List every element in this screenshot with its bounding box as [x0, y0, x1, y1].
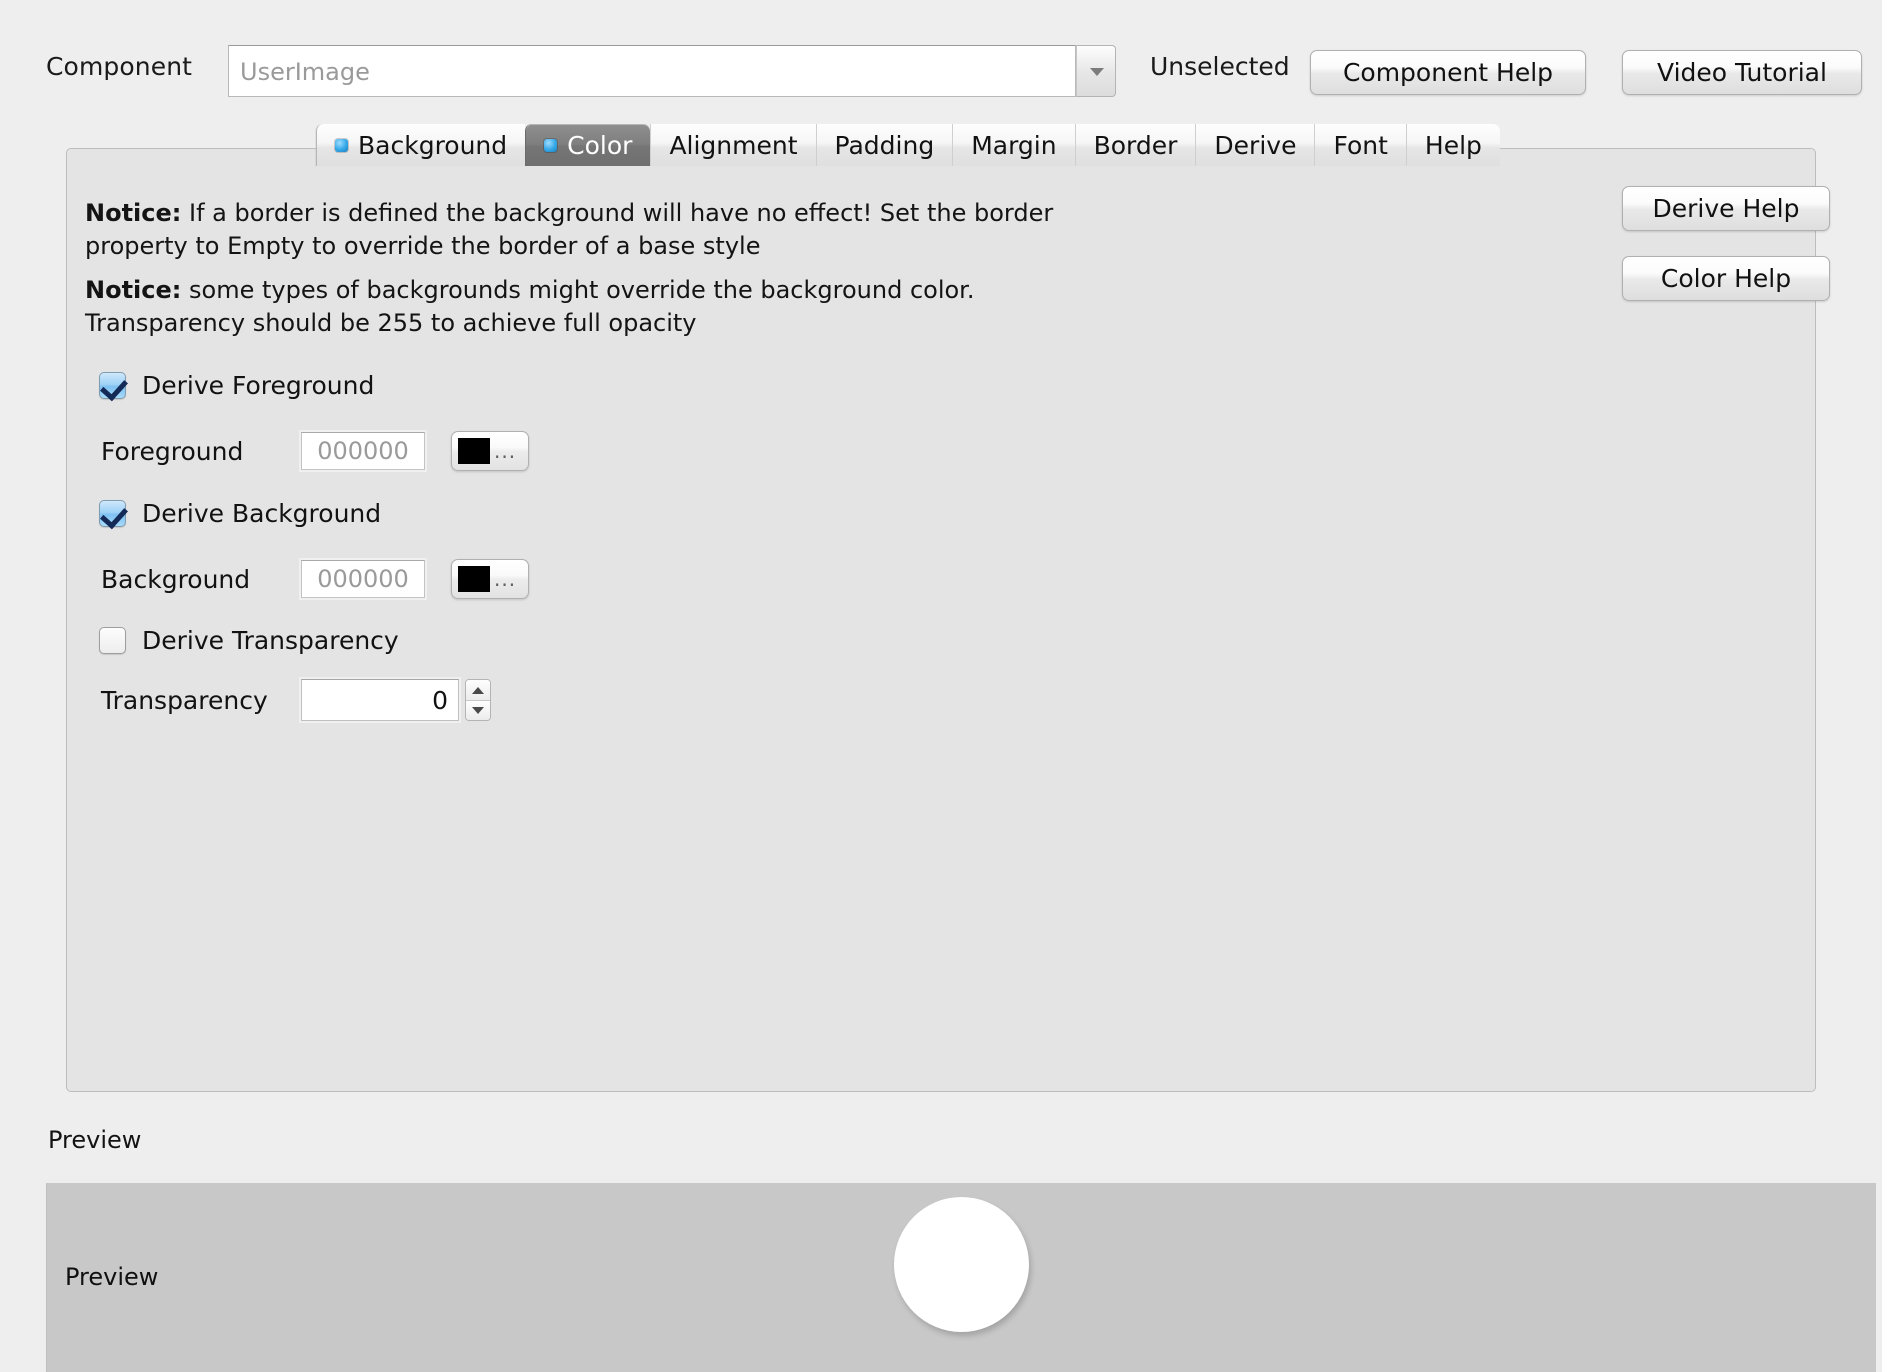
tab-border-label: Border: [1094, 131, 1178, 160]
derive-help-button[interactable]: Derive Help: [1622, 186, 1830, 231]
foreground-picker-ellipsis: ...: [494, 441, 516, 461]
color-help-button[interactable]: Color Help: [1622, 256, 1830, 301]
background-row: Background 000000 ...: [101, 559, 529, 599]
video-tutorial-button[interactable]: Video Tutorial: [1622, 50, 1862, 95]
transparency-spinner-down[interactable]: [466, 700, 490, 720]
derive-foreground-checkbox-row[interactable]: Derive Foreground: [99, 371, 374, 400]
color-tab-panel: Notice: If a border is defined the backg…: [66, 148, 1816, 1092]
modified-indicator-icon: [544, 139, 557, 152]
component-combobox[interactable]: UserImage: [228, 45, 1116, 97]
preview-section-title: Preview: [48, 1126, 141, 1154]
tab-alignment[interactable]: Alignment: [650, 124, 815, 166]
tab-alignment-label: Alignment: [669, 131, 797, 160]
foreground-color-picker-button[interactable]: ...: [451, 431, 529, 471]
background-color-picker-button[interactable]: ...: [451, 559, 529, 599]
notice-transparency-prefix: Notice:: [85, 276, 181, 304]
derive-background-checkbox-row[interactable]: Derive Background: [99, 499, 381, 528]
preview-area[interactable]: Preview: [46, 1183, 1876, 1372]
tab-padding-label: Padding: [835, 131, 935, 160]
transparency-spinner[interactable]: [465, 679, 491, 721]
chevron-down-icon: [1090, 68, 1104, 76]
transparency-label: Transparency: [101, 686, 301, 715]
notice-transparency-message: Notice: some types of backgrounds might …: [85, 274, 1105, 340]
tab-help[interactable]: Help: [1406, 124, 1500, 166]
transparency-spinner-up[interactable]: [466, 680, 490, 700]
tab-color-label: Color: [567, 131, 632, 160]
style-tab-bar: Background Color Alignment Padding Margi…: [316, 124, 1500, 166]
notice-border-message: Notice: If a border is defined the backg…: [85, 197, 1105, 263]
tab-background[interactable]: Background: [316, 124, 525, 166]
tab-font[interactable]: Font: [1314, 124, 1405, 166]
derive-transparency-checkbox[interactable]: [99, 627, 126, 654]
preview-component-label: Preview: [65, 1263, 158, 1291]
selection-status: Unselected: [1150, 52, 1290, 81]
background-hex-input[interactable]: 000000: [301, 560, 425, 598]
tab-margin[interactable]: Margin: [952, 124, 1074, 166]
triangle-up-icon: [472, 687, 484, 694]
derive-foreground-checkbox[interactable]: [99, 372, 126, 399]
foreground-color-swatch: [458, 438, 490, 464]
top-toolbar: Component UserImage Unselected Component…: [0, 0, 1882, 104]
modified-indicator-icon: [335, 139, 348, 152]
transparency-row: Transparency 0: [101, 679, 491, 721]
tab-background-label: Background: [358, 131, 507, 160]
transparency-input[interactable]: 0: [301, 679, 459, 721]
component-label: Component: [46, 52, 192, 81]
derive-foreground-label: Derive Foreground: [142, 371, 374, 400]
derive-background-label: Derive Background: [142, 499, 381, 528]
foreground-label: Foreground: [101, 437, 301, 466]
tab-border[interactable]: Border: [1075, 124, 1196, 166]
derive-transparency-label: Derive Transparency: [142, 626, 399, 655]
derive-background-checkbox[interactable]: [99, 500, 126, 527]
component-combobox-value: UserImage: [240, 58, 370, 86]
background-picker-ellipsis: ...: [494, 569, 516, 589]
tab-help-label: Help: [1425, 131, 1482, 160]
foreground-hex-input[interactable]: 000000: [301, 432, 425, 470]
tab-derive-label: Derive: [1214, 131, 1296, 160]
background-color-swatch: [458, 566, 490, 592]
component-combobox-toggle[interactable]: [1076, 45, 1116, 97]
background-label: Background: [101, 565, 301, 594]
preview-image-circle: [894, 1197, 1029, 1332]
component-combobox-field[interactable]: UserImage: [228, 45, 1076, 97]
tab-margin-label: Margin: [971, 131, 1056, 160]
component-help-button[interactable]: Component Help: [1310, 50, 1586, 95]
notice-border-text: If a border is defined the background wi…: [85, 199, 1053, 260]
tab-derive[interactable]: Derive: [1195, 124, 1314, 166]
derive-transparency-checkbox-row[interactable]: Derive Transparency: [99, 626, 399, 655]
notice-border-prefix: Notice:: [85, 199, 181, 227]
foreground-row: Foreground 000000 ...: [101, 431, 529, 471]
tab-padding[interactable]: Padding: [816, 124, 953, 166]
tab-font-label: Font: [1333, 131, 1387, 160]
triangle-down-icon: [472, 707, 484, 714]
notice-transparency-text: some types of backgrounds might override…: [85, 276, 974, 337]
tab-color[interactable]: Color: [525, 124, 650, 166]
